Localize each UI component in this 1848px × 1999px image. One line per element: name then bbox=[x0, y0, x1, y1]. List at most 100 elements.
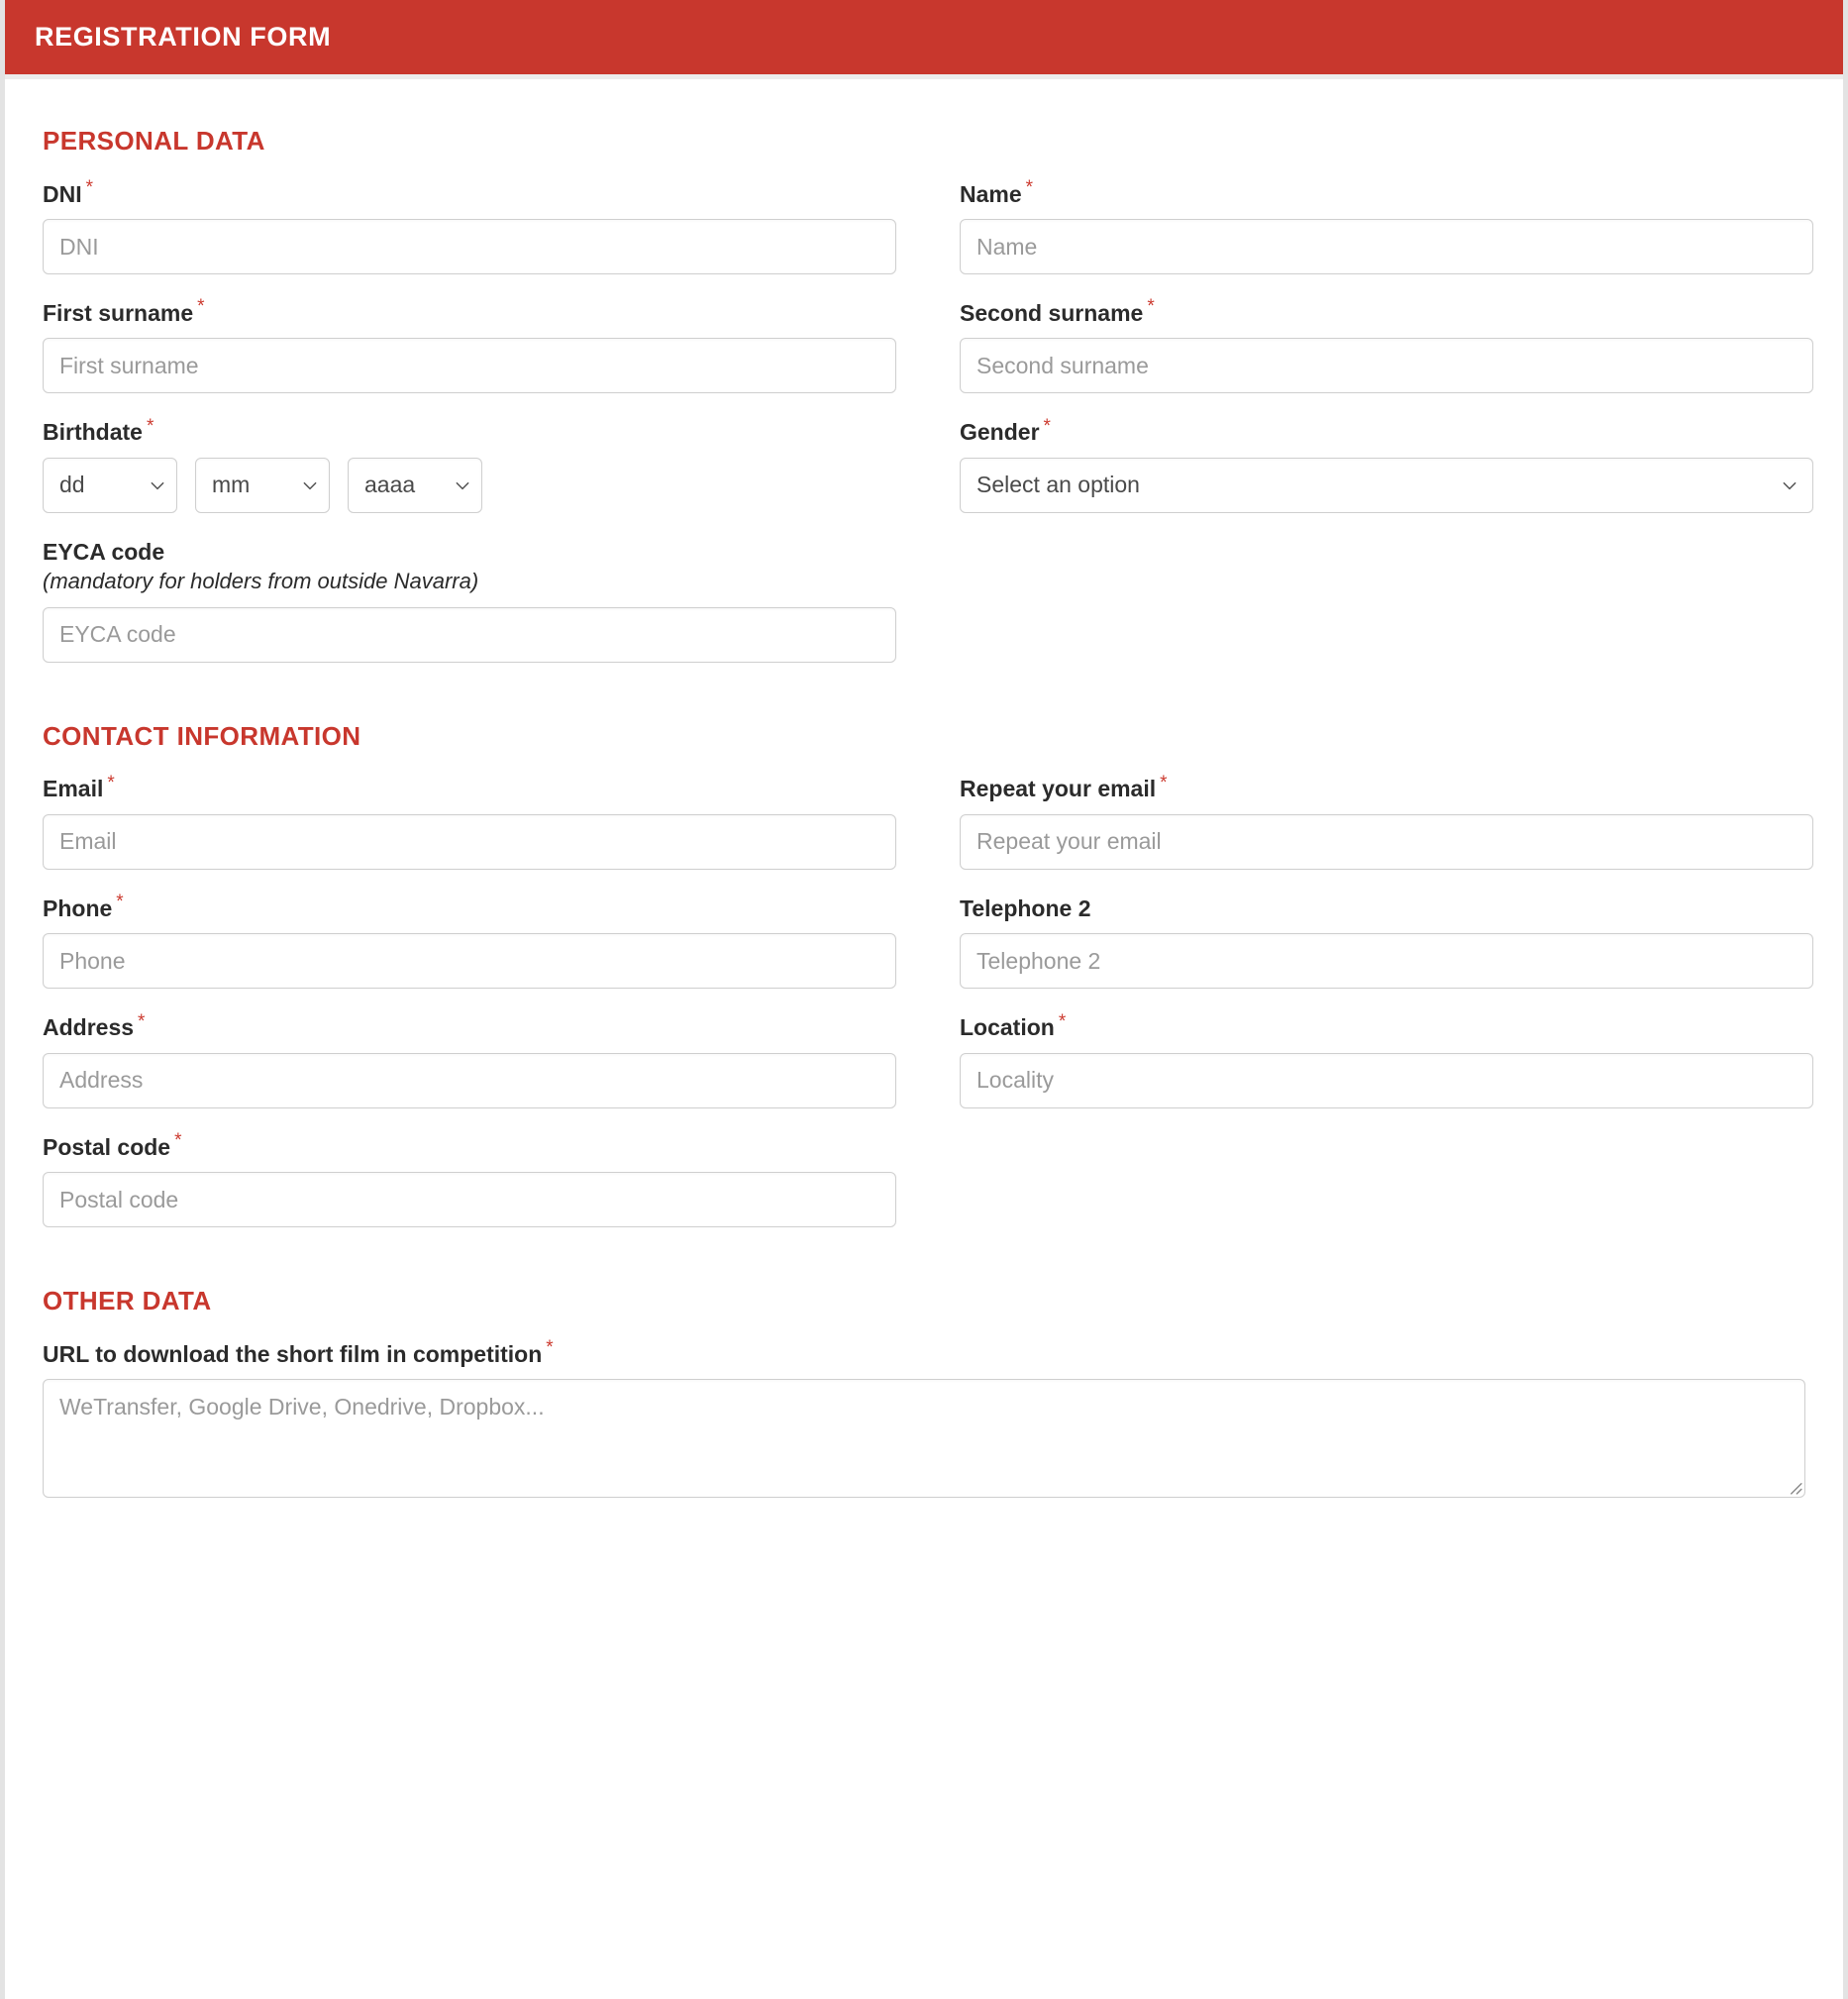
label-first-surname: First surname * bbox=[43, 297, 896, 327]
form-field-address: Address * bbox=[43, 1010, 896, 1108]
label-location: Location * bbox=[960, 1010, 1813, 1041]
section-personal-data: PERSONAL DATA DNI* Name* bbox=[43, 126, 1813, 663]
form-header: REGISTRATION FORM bbox=[5, 0, 1843, 79]
label-birthdate-text: Birthdate bbox=[43, 419, 143, 446]
label-first-surname-text: First surname bbox=[43, 300, 194, 327]
page-title: REGISTRATION FORM bbox=[35, 22, 332, 52]
label-eyca-code: EYCA code (mandatory for holders from ou… bbox=[43, 539, 896, 595]
label-phone-text: Phone bbox=[43, 894, 113, 921]
label-name-text: Name bbox=[960, 180, 1022, 207]
eyca-code-note: (mandatory for holders from outside Nava… bbox=[43, 569, 479, 594]
label-gender: Gender * bbox=[960, 415, 1813, 446]
label-second-surname-text: Second surname bbox=[960, 300, 1144, 327]
required-asterisk: * bbox=[174, 1129, 182, 1151]
form-row-dni-name: DNI* Name* bbox=[43, 178, 1813, 275]
required-asterisk: * bbox=[85, 176, 94, 198]
form-field-telephone-2: Telephone 2 bbox=[960, 895, 1813, 990]
birthdate-year-select[interactable]: aaaa bbox=[348, 457, 482, 513]
form-field-first-surname: First surname * bbox=[43, 297, 896, 394]
form-spacer bbox=[960, 1134, 1813, 1227]
label-repeat-email: Repeat your email * bbox=[960, 774, 1813, 802]
name-input[interactable] bbox=[960, 219, 1813, 275]
form-row-address-location: Address* Location* bbox=[43, 1010, 1813, 1108]
form-body: PERSONAL DATA DNI* Name* bbox=[5, 79, 1843, 1499]
form-field-phone: Phone * bbox=[43, 892, 896, 990]
form-field-location: Location * bbox=[960, 1010, 1813, 1108]
required-asterisk: * bbox=[107, 772, 115, 793]
form-field-gender: Gender * Select an option bbox=[960, 415, 1813, 513]
form-row-film-url: URL to download the short film in compet… bbox=[43, 1338, 1805, 1499]
telephone-2-input[interactable] bbox=[960, 933, 1813, 990]
required-asterisk: * bbox=[1043, 415, 1051, 437]
form-field-postal-code: Postal code * bbox=[43, 1131, 896, 1228]
phone-input[interactable] bbox=[43, 933, 896, 990]
label-dni: DNI * bbox=[43, 178, 896, 207]
label-birthdate: Birthdate * bbox=[43, 417, 896, 446]
form-spacer bbox=[960, 539, 1813, 663]
label-dni-text: DNI bbox=[43, 180, 82, 207]
gender-select[interactable]: Select an option bbox=[960, 457, 1813, 513]
label-address: Address * bbox=[43, 1010, 896, 1041]
label-address-text: Address bbox=[43, 1014, 135, 1041]
section-other-data: OTHER DATA URL to download the short fil… bbox=[43, 1286, 1805, 1499]
form-row-postal-code: Postal code * bbox=[43, 1131, 1805, 1228]
location-input[interactable] bbox=[960, 1052, 1813, 1108]
label-phone: Phone * bbox=[43, 892, 896, 921]
label-email-text: Email bbox=[43, 776, 104, 802]
birthdate-select-group: dd mm aaaa bbox=[43, 457, 896, 513]
email-input[interactable] bbox=[43, 813, 896, 870]
section-title-other-data: OTHER DATA bbox=[43, 1286, 212, 1316]
birthdate-month-value: mm bbox=[212, 472, 251, 498]
gender-selected-value: Select an option bbox=[976, 472, 1140, 498]
label-telephone-2: Telephone 2 bbox=[960, 895, 1813, 921]
birthdate-month-select[interactable]: mm bbox=[195, 457, 330, 513]
birthdate-day-select[interactable]: dd bbox=[43, 457, 177, 513]
first-surname-input[interactable] bbox=[43, 338, 896, 394]
required-asterisk: * bbox=[1058, 1010, 1067, 1032]
label-telephone-2-text: Telephone 2 bbox=[960, 894, 1091, 921]
form-field-second-surname: Second surname * bbox=[960, 297, 1813, 394]
label-postal-code-text: Postal code bbox=[43, 1133, 171, 1160]
form-row-eyca: EYCA code (mandatory for holders from ou… bbox=[43, 539, 1805, 663]
required-asterisk: * bbox=[546, 1337, 554, 1359]
film-url-textarea[interactable] bbox=[43, 1379, 1805, 1499]
form-field-birthdate: Birthdate * dd mm aaaa bbox=[43, 417, 896, 513]
form-field-repeat-email: Repeat your email * bbox=[960, 774, 1813, 870]
chevron-down-icon bbox=[303, 481, 317, 490]
form-field-dni: DNI * bbox=[43, 178, 896, 275]
required-asterisk: * bbox=[1025, 176, 1034, 198]
form-row-phones: Phone* Telephone 2 bbox=[43, 892, 1813, 990]
required-asterisk: * bbox=[1147, 296, 1155, 318]
label-second-surname: Second surname * bbox=[960, 297, 1813, 327]
form-field-eyca-code: EYCA code (mandatory for holders from ou… bbox=[43, 539, 896, 663]
label-name: Name * bbox=[960, 178, 1813, 207]
registration-form-page: REGISTRATION FORM PERSONAL DATA DNI* Nam… bbox=[0, 0, 1848, 1999]
required-asterisk: * bbox=[197, 296, 205, 318]
form-field-email: Email * bbox=[43, 772, 896, 870]
section-title-contact-information: CONTACT INFORMATION bbox=[43, 720, 361, 751]
film-url-textarea-wrap bbox=[43, 1379, 1805, 1499]
address-input[interactable] bbox=[43, 1052, 896, 1108]
section-contact-information: CONTACT INFORMATION Email* Repeat your e… bbox=[43, 720, 1813, 1228]
label-postal-code: Postal code * bbox=[43, 1131, 896, 1160]
repeat-email-input[interactable] bbox=[960, 813, 1813, 870]
form-field-name: Name * bbox=[960, 178, 1813, 275]
form-row-emails: Email* Repeat your email* bbox=[43, 772, 1813, 870]
second-surname-input[interactable] bbox=[960, 338, 1813, 394]
dni-input[interactable] bbox=[43, 219, 896, 275]
chevron-down-icon bbox=[456, 481, 469, 490]
label-gender-text: Gender bbox=[960, 419, 1040, 446]
chevron-down-icon bbox=[151, 481, 164, 490]
label-location-text: Location bbox=[960, 1014, 1055, 1041]
label-eyca-code-text: EYCA code bbox=[43, 538, 165, 565]
section-title-personal-data: PERSONAL DATA bbox=[43, 126, 265, 156]
postal-code-input[interactable] bbox=[43, 1172, 896, 1228]
required-asterisk: * bbox=[138, 1010, 146, 1032]
label-email: Email * bbox=[43, 772, 896, 802]
form-field-film-url: URL to download the short film in compet… bbox=[43, 1338, 1805, 1499]
required-asterisk: * bbox=[116, 892, 124, 913]
label-film-url: URL to download the short film in compet… bbox=[43, 1338, 1805, 1367]
eyca-code-input[interactable] bbox=[43, 606, 896, 663]
label-repeat-email-text: Repeat your email bbox=[960, 776, 1157, 802]
form-row-surnames: First surname* Second surname* bbox=[43, 297, 1813, 394]
